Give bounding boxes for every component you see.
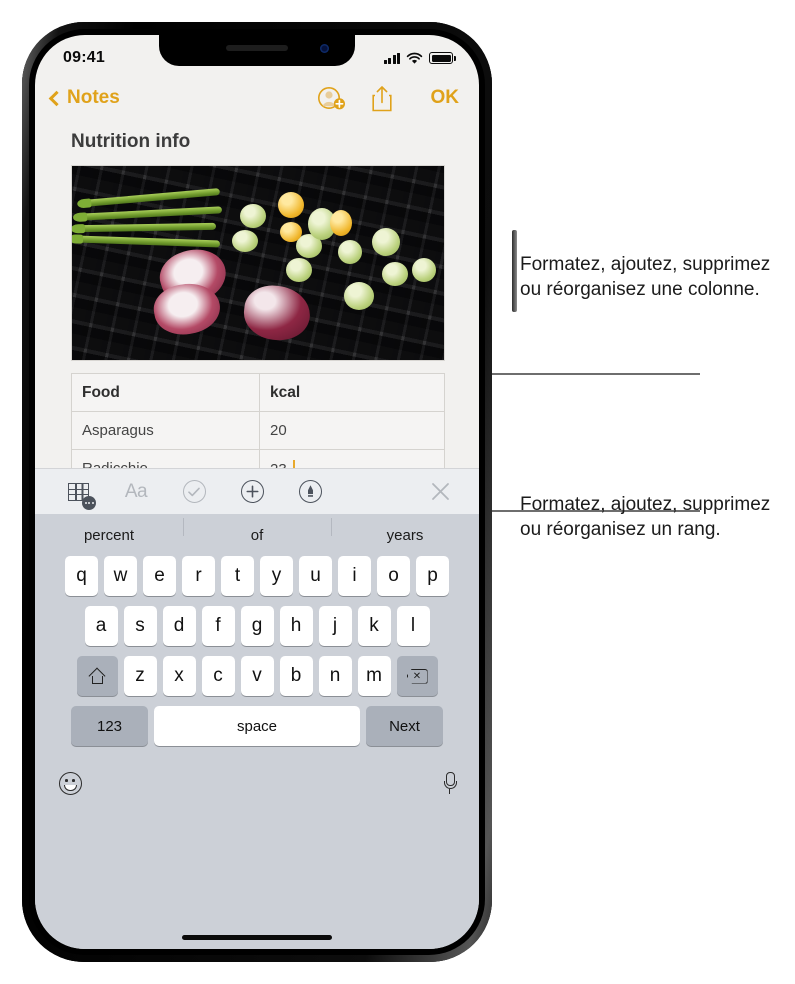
key-l[interactable]: l [396,606,430,646]
phone-screen: 09:41 Notes OK Nutrition info Food kcal … [35,35,479,949]
share-icon[interactable] [371,85,393,112]
status-clock: 09:41 [63,49,105,66]
emoji-icon[interactable] [59,771,82,795]
key-c[interactable]: c [201,656,235,696]
backspace-key[interactable]: ✕ [396,656,438,696]
key-u[interactable]: u [299,556,332,596]
phone-frame: 09:41 Notes OK Nutrition info Food kcal … [22,22,517,962]
column-header-food[interactable]: Food [71,373,260,412]
column-callout-text: Formatez, ajoutez, supprimez ou réorgani… [520,254,771,301]
predictive-text-bar: percent of years [35,514,479,556]
earpiece-speaker [226,45,288,51]
format-toolbar-icons: Aa [65,479,323,510]
cellular-signal-icon [383,52,400,64]
back-to-notes-button[interactable]: Notes [48,87,120,109]
key-x[interactable]: x [162,656,196,696]
table-row[interactable]: Asparagus 20 [71,411,445,450]
home-indicator[interactable] [182,935,332,940]
text-format-icon[interactable]: Aa [123,479,149,505]
format-toolbar: Aa [35,468,479,514]
add-person-icon[interactable] [317,85,347,111]
prediction-3[interactable]: years [331,517,479,544]
prediction-1[interactable]: percent [35,527,183,544]
key-s[interactable]: s [123,606,157,646]
status-indicators [383,52,456,65]
notch [159,35,355,66]
battery-icon [429,52,456,64]
checklist-icon[interactable] [181,479,207,505]
close-icon[interactable] [427,479,453,505]
grilled-vegetables-photo[interactable] [71,165,445,361]
key-t[interactable]: t [221,556,254,596]
front-camera [320,44,329,53]
key-a[interactable]: a [84,606,118,646]
key-q[interactable]: q [65,556,98,596]
key-f[interactable]: f [201,606,235,646]
backspace-icon: ✕ [406,668,428,684]
key-h[interactable]: h [279,606,313,646]
keyboard-bottom-row [35,756,479,804]
key-r[interactable]: r [182,556,215,596]
key-n[interactable]: n [318,656,352,696]
keyboard-row-3: z x c v b n m ✕ [35,656,479,696]
numbers-key[interactable]: 123 [71,706,148,746]
key-v[interactable]: v [240,656,274,696]
column-header-kcal[interactable]: kcal [259,373,445,412]
shift-key[interactable] [76,656,118,696]
space-key[interactable]: space [154,706,360,746]
cell-kcal-asparagus[interactable]: 20 [259,411,445,450]
chevron-left-icon [48,90,65,106]
microphone-icon[interactable] [444,772,457,794]
key-d[interactable]: d [162,606,196,646]
prediction-2[interactable]: of [183,517,331,544]
markup-pen-icon[interactable] [297,479,323,505]
key-m[interactable]: m [357,656,391,696]
table-options-icon[interactable] [65,479,96,510]
key-j[interactable]: j [318,606,352,646]
keyboard-row-4: 123 space Next [35,706,479,746]
back-button-label: Notes [67,87,120,108]
keyboard-row-2: a s d f g h j k l [35,606,479,646]
on-screen-keyboard: percent of years q w e r t y u i o p a s… [35,514,479,949]
row-callout-text: Formatez, ajoutez, supprimez ou réorgani… [520,494,771,541]
key-z[interactable]: z [123,656,157,696]
key-p[interactable]: p [416,556,449,596]
key-w[interactable]: w [104,556,137,596]
navigation-bar: Notes OK [35,75,479,121]
key-b[interactable]: b [279,656,313,696]
done-button[interactable]: OK [431,87,460,109]
key-y[interactable]: y [260,556,293,596]
table-options-badge [82,495,96,510]
add-attachment-icon[interactable] [239,479,265,505]
navbar-actions: OK [317,85,460,112]
wifi-icon [406,52,423,64]
cell-food-asparagus[interactable]: Asparagus [71,411,260,450]
shift-icon [90,669,105,684]
power-button[interactable] [512,230,517,312]
table-header-row: Food kcal [71,373,445,412]
key-e[interactable]: e [143,556,176,596]
key-i[interactable]: i [338,556,371,596]
keyboard-row-1: q w e r t y u i o p [35,556,479,596]
return-key[interactable]: Next [366,706,443,746]
note-title: Nutrition info [71,131,191,152]
key-o[interactable]: o [377,556,410,596]
key-g[interactable]: g [240,606,274,646]
key-k[interactable]: k [357,606,391,646]
